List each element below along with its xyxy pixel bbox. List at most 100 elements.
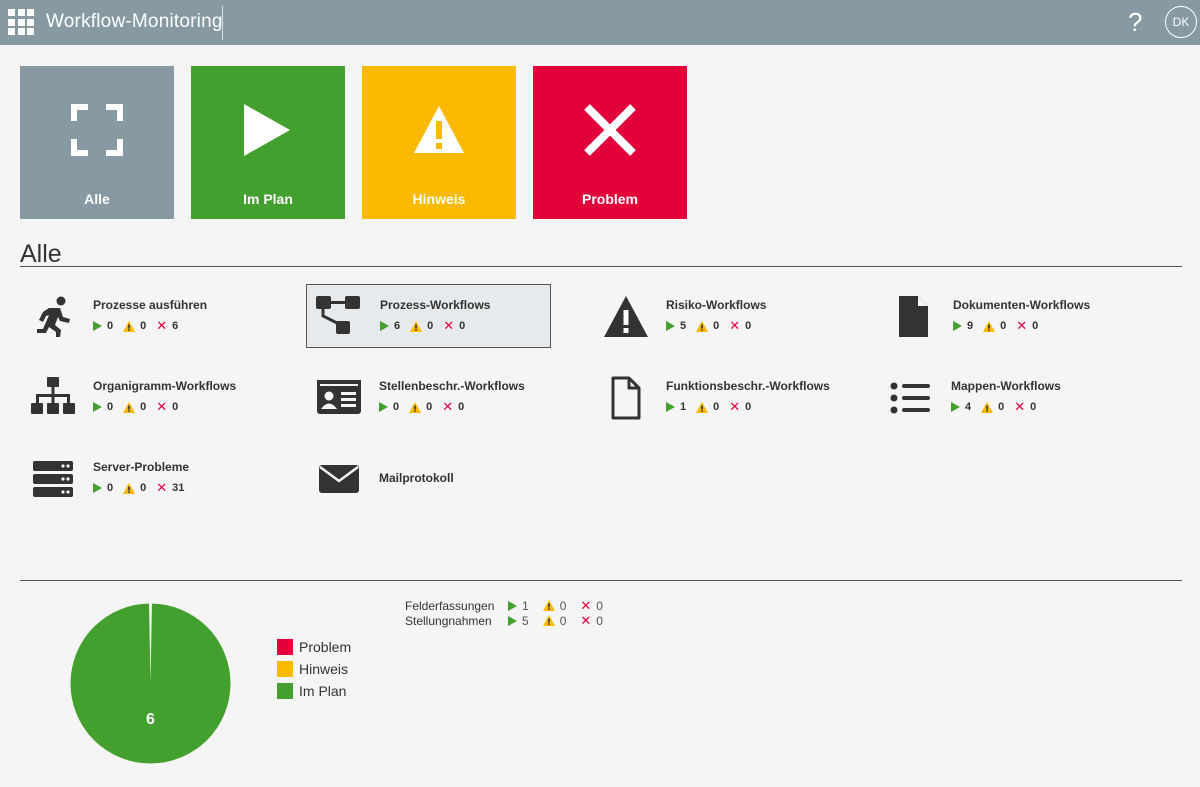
workflow-stats: 1 0 ✕ 0: [666, 400, 761, 413]
warning-icon: [542, 615, 555, 626]
tile-hinweis[interactable]: Hinweis: [362, 66, 516, 219]
warning-icon: [410, 320, 423, 332]
warn-count: 0: [713, 320, 720, 332]
ok-count: 0: [393, 401, 400, 413]
play-icon: [508, 615, 517, 626]
error-x-icon: ✕: [1016, 318, 1028, 333]
warn-count: 0: [140, 482, 147, 494]
err-count: 0: [458, 401, 465, 413]
warn-count: 0: [998, 401, 1005, 413]
ok-count: 1: [680, 401, 687, 413]
workflow-mappen-workflows[interactable]: Mappen-Workflows 4 0 ✕ 0: [878, 366, 1122, 430]
err-count: 0: [1030, 401, 1037, 413]
workflow-stats: 0 0 ✕ 0: [93, 400, 188, 413]
app-header: Workflow-Monitoring ? DK: [0, 0, 1200, 45]
legend-item-hinweis: Hinweis: [277, 658, 351, 680]
workflow-dokumenten-workflows[interactable]: Dokumenten-Workflows 9 0 ✕ 0: [880, 285, 1124, 349]
app-grid-icon[interactable]: [8, 9, 34, 35]
close-x-icon: [584, 104, 636, 156]
tile-label: Alle: [84, 191, 110, 207]
workflow-funktionsbeschr-workflows[interactable]: Funktionsbeschr.-Workflows 1 0 ✕ 0: [593, 366, 837, 430]
org-chart-icon: [31, 377, 75, 414]
play-icon: [244, 104, 290, 156]
err-count: 0: [172, 401, 179, 413]
play-icon: [380, 321, 389, 331]
tile-problem[interactable]: Problem: [533, 66, 687, 219]
err-count: 6: [172, 320, 179, 332]
summary-name: Stellungnahmen: [405, 613, 492, 628]
workflow-prozesse-ausfuehren[interactable]: Prozesse ausführen 0 0 ✕ 6: [20, 285, 264, 349]
workflow-stats: 4 0 ✕ 0: [951, 400, 1046, 413]
legend-item-problem: Problem: [277, 636, 351, 658]
app-title: Workflow-Monitoring: [46, 11, 223, 32]
workflow-stats: 0 0 ✕ 0: [379, 400, 474, 413]
warn-count: 0: [559, 598, 567, 613]
warn-count: 0: [559, 613, 567, 628]
error-x-icon: ✕: [443, 318, 455, 333]
chart-legend: Problem Hinweis Im Plan: [277, 636, 351, 702]
workflow-stats: 9 0 ✕ 0: [953, 318, 1048, 333]
play-icon: [508, 600, 517, 611]
header-divider: [222, 6, 223, 40]
workflow-server-probleme[interactable]: Server-Probleme 0 0 ✕ 31: [20, 447, 264, 511]
envelope-icon: [319, 465, 359, 493]
workflow-risiko-workflows[interactable]: Risiko-Workflows 5 0 ✕ 0: [593, 285, 837, 349]
tile-label: Hinweis: [412, 191, 466, 207]
process-flow-icon: [316, 296, 360, 334]
ok-count: 5: [522, 613, 529, 628]
ok-count: 0: [107, 482, 114, 494]
pie-center-label: 6: [146, 711, 155, 728]
workflow-stats: 5 0 ✕ 0: [666, 318, 761, 333]
workflow-mailprotokoll[interactable]: Mailprotokoll: [306, 447, 550, 511]
user-avatar[interactable]: DK: [1165, 6, 1197, 38]
warn-count: 0: [713, 401, 720, 413]
warn-count: 0: [140, 320, 147, 332]
play-icon: [953, 321, 962, 331]
ok-count: 0: [107, 320, 114, 332]
summary-table: Felderfassungen 1 0 ✕ 0 Stellungnahmen 5 …: [405, 598, 617, 628]
tile-im-plan[interactable]: Im Plan: [191, 66, 345, 219]
warning-icon: [696, 320, 709, 332]
summary-row[interactable]: Felderfassungen 1 0 ✕ 0: [405, 598, 617, 613]
play-icon: [93, 402, 102, 412]
workflow-organigramm-workflows[interactable]: Organigramm-Workflows 0 0 ✕ 0: [20, 366, 264, 430]
tile-alle[interactable]: Alle: [20, 66, 174, 219]
workflow-name: Organigramm-Workflows: [93, 379, 237, 393]
workflow-name: Server-Probleme: [93, 460, 190, 474]
workflow-name: Funktionsbeschr.-Workflows: [666, 379, 830, 393]
section-title: Alle: [20, 240, 62, 268]
err-count: 0: [596, 613, 603, 628]
summary-row[interactable]: Stellungnahmen 5 0 ✕ 0: [405, 613, 617, 628]
error-x-icon: ✕: [156, 318, 168, 333]
warning-icon: [983, 320, 996, 332]
ok-count: 9: [967, 320, 974, 332]
ok-count: 0: [107, 401, 114, 413]
error-x-icon: ✕: [729, 318, 741, 333]
error-x-icon: ✕: [156, 480, 168, 495]
bottom-divider: [20, 580, 1182, 581]
workflow-prozess-workflows[interactable]: Prozess-Workflows 6 0 ✕ 0: [306, 284, 551, 348]
ok-count: 1: [522, 598, 529, 613]
warning-icon: [123, 401, 136, 413]
document-outline-icon: [611, 376, 641, 420]
warn-count: 0: [140, 401, 147, 413]
help-icon[interactable]: ?: [1128, 7, 1142, 38]
warning-triangle-icon: [604, 296, 648, 337]
legend-swatch: [277, 639, 293, 655]
legend-label: Hinweis: [299, 661, 349, 677]
workflow-stats: 0 0 ✕ 6: [93, 318, 188, 333]
warning-icon: [123, 482, 136, 494]
warn-count: 0: [426, 401, 433, 413]
play-icon: [93, 483, 102, 493]
id-card-icon: [317, 380, 361, 414]
workflow-stellenbeschr-workflows[interactable]: Stellenbeschr.-Workflows 0 0 ✕ 0: [306, 366, 550, 430]
running-person-icon: [37, 296, 70, 337]
tile-label: Problem: [581, 191, 638, 207]
err-count: 0: [745, 320, 752, 332]
err-count: 0: [745, 401, 752, 413]
workflow-name: Stellenbeschr.-Workflows: [379, 379, 525, 393]
ok-count: 6: [394, 320, 401, 332]
status-pie-chart: 6: [69, 602, 232, 765]
warning-icon: [981, 401, 994, 413]
play-icon: [951, 402, 960, 412]
